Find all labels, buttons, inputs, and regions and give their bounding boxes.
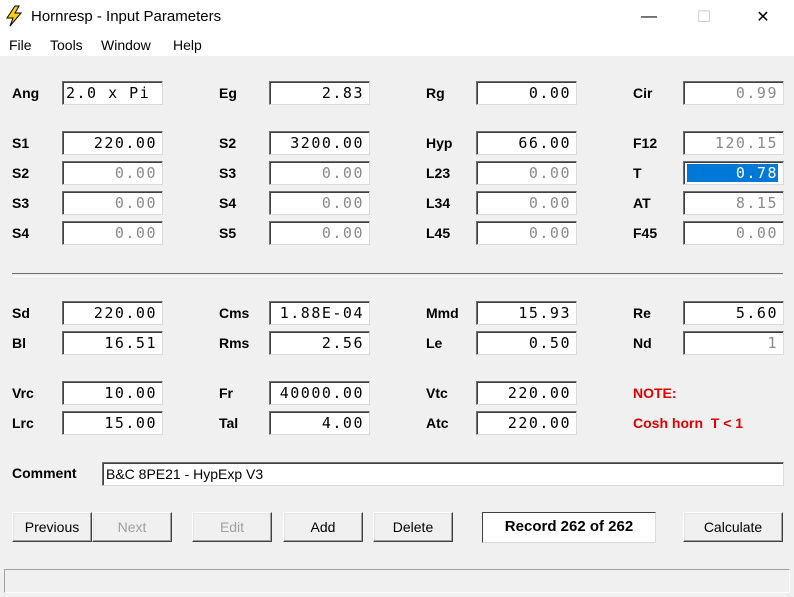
field-sd[interactable]: 220.00 <box>62 301 163 325</box>
label-cir: Cir <box>633 85 653 101</box>
label-sd: Sd <box>12 305 30 321</box>
label-f12: F12 <box>633 135 658 151</box>
field-cms[interactable]: 1.88E-04 <box>269 301 370 325</box>
field-rms[interactable]: 2.56 <box>269 331 370 355</box>
field-cir[interactable]: 0.99 <box>683 81 784 105</box>
field-l34[interactable]: 0.00 <box>476 191 577 215</box>
field-hyp[interactable]: 66.00 <box>476 131 577 155</box>
label-comment: Comment <box>12 465 77 481</box>
field-s4[interactable]: 0.00 <box>269 191 370 215</box>
field-s3[interactable]: 0.00 <box>269 161 370 185</box>
field-eg[interactable]: 2.83 <box>269 81 370 105</box>
label-rms: Rms <box>219 335 250 351</box>
label-t: T <box>633 165 642 181</box>
label-hyp: Hyp <box>426 135 453 151</box>
next-button[interactable]: Next <box>92 512 172 542</box>
field-s1[interactable]: 220.00 <box>62 131 163 155</box>
label-rg: Rg <box>426 85 445 101</box>
field-vtc[interactable]: 220.00 <box>476 381 577 405</box>
field-tal[interactable]: 4.00 <box>269 411 370 435</box>
calculate-button[interactable]: Calculate <box>683 512 783 542</box>
menu-help[interactable]: Help <box>173 37 202 53</box>
field-s5[interactable]: 0.00 <box>269 221 370 245</box>
section-divider <box>12 273 783 277</box>
field-rg[interactable]: 0.00 <box>476 81 577 105</box>
field-t[interactable]: 0.78 <box>683 161 784 185</box>
menu-bar: File Tools Window Help <box>0 34 794 56</box>
note-text: Cosh horn T < 1 <box>633 415 744 431</box>
label-l34: L34 <box>426 195 451 211</box>
minimize-button[interactable]: — <box>626 0 672 34</box>
field-f12[interactable]: 120.15 <box>683 131 784 155</box>
status-bar <box>4 569 790 593</box>
field-s2[interactable]: 3200.00 <box>269 131 370 155</box>
field-lrc[interactable]: 15.00 <box>62 411 163 435</box>
label-tal: Tal <box>219 415 239 431</box>
field-ang[interactable]: 2.0 x Pi <box>62 81 163 105</box>
label-nd: Nd <box>633 335 652 351</box>
label-le: Le <box>426 335 443 351</box>
label-eg: Eg <box>219 85 237 101</box>
label-s4-secondary: S4 <box>12 225 30 241</box>
label-s2-secondary: S2 <box>12 165 30 181</box>
title-bar: Hornresp - Input Parameters — ☐ ✕ <box>0 0 794 34</box>
label-atc: Atc <box>426 415 449 431</box>
label-ang: Ang <box>12 85 40 101</box>
field-t-selected-text: 0.78 <box>687 164 778 182</box>
lightning-icon <box>6 5 23 27</box>
field-f45[interactable]: 0.00 <box>683 221 784 245</box>
previous-button[interactable]: Previous <box>12 512 92 542</box>
field-bl[interactable]: 16.51 <box>62 331 163 355</box>
menu-tools[interactable]: Tools <box>50 37 83 53</box>
record-indicator: Record 262 of 262 <box>482 512 656 543</box>
field-atc[interactable]: 220.00 <box>476 411 577 435</box>
field-nd[interactable]: 1 <box>683 331 784 355</box>
note-title: NOTE: <box>633 385 677 401</box>
field-l23[interactable]: 0.00 <box>476 161 577 185</box>
field-fr[interactable]: 40000.00 <box>269 381 370 405</box>
menu-window[interactable]: Window <box>101 37 151 53</box>
label-l45: L45 <box>426 225 451 241</box>
label-vtc: Vtc <box>426 385 448 401</box>
field-at[interactable]: 8.15 <box>683 191 784 215</box>
maximize-button[interactable]: ☐ <box>681 0 727 34</box>
label-f45: F45 <box>633 225 658 241</box>
field-s4-secondary[interactable]: 0.00 <box>62 221 163 245</box>
label-s3-secondary: S3 <box>12 195 30 211</box>
label-s5: S5 <box>219 225 237 241</box>
field-s3-secondary[interactable]: 0.00 <box>62 191 163 215</box>
menu-file[interactable]: File <box>9 37 32 53</box>
close-button[interactable]: ✕ <box>740 0 786 34</box>
label-at: AT <box>633 195 651 211</box>
label-s1: S1 <box>12 135 30 151</box>
field-l45[interactable]: 0.00 <box>476 221 577 245</box>
label-s3: S3 <box>219 165 237 181</box>
label-re: Re <box>633 305 651 321</box>
label-l23: L23 <box>426 165 451 181</box>
label-fr: Fr <box>219 385 233 401</box>
field-s2-secondary[interactable]: 0.00 <box>62 161 163 185</box>
label-cms: Cms <box>219 305 250 321</box>
label-s4: S4 <box>219 195 237 211</box>
label-vrc: Vrc <box>12 385 34 401</box>
field-re[interactable]: 5.60 <box>683 301 784 325</box>
label-bl: Bl <box>12 335 26 351</box>
add-button[interactable]: Add <box>283 512 363 542</box>
label-mmd: Mmd <box>426 305 459 321</box>
label-lrc: Lrc <box>12 415 34 431</box>
edit-button[interactable]: Edit <box>192 512 272 542</box>
comment-field[interactable]: B&C 8PE21 - HypExp V3 <box>102 462 784 486</box>
window-title: Hornresp - Input Parameters <box>31 8 222 25</box>
field-le[interactable]: 0.50 <box>476 331 577 355</box>
field-mmd[interactable]: 15.93 <box>476 301 577 325</box>
field-vrc[interactable]: 10.00 <box>62 381 163 405</box>
delete-button[interactable]: Delete <box>373 512 453 542</box>
label-s2: S2 <box>219 135 237 151</box>
